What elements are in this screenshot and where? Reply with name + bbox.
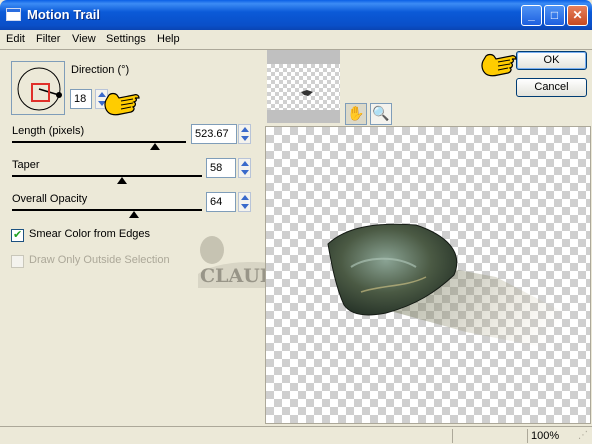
title-bar: Motion Trail _ □ ✕ xyxy=(0,0,592,30)
ok-button[interactable]: OK xyxy=(516,51,587,70)
pointing-hand-icon xyxy=(104,92,140,116)
cancel-button[interactable]: Cancel xyxy=(516,78,587,97)
zoom-level: 100% xyxy=(531,430,560,442)
taper-spinner[interactable] xyxy=(238,158,251,178)
taper-label: Taper xyxy=(12,159,40,171)
menu-bar: Edit Filter View Settings Help xyxy=(0,30,592,49)
opacity-slider-track[interactable] xyxy=(12,209,202,211)
preview-pane[interactable] xyxy=(265,126,591,424)
resize-grip[interactable]: ⋰ xyxy=(578,430,588,441)
status-divider xyxy=(452,429,453,443)
draw-only-label: Draw Only Outside Selection xyxy=(29,254,170,266)
opacity-input[interactable]: 64 xyxy=(206,192,236,212)
magnifier-icon[interactable]: 🔍 xyxy=(370,103,392,125)
draw-only-checkbox xyxy=(11,255,24,268)
close-button[interactable]: ✕ xyxy=(567,5,588,26)
smear-checkbox[interactable] xyxy=(11,228,24,242)
length-slider-track[interactable] xyxy=(12,141,186,143)
pointing-hand-icon xyxy=(481,53,517,77)
window-title: Motion Trail xyxy=(27,7,100,22)
length-spinner[interactable] xyxy=(238,124,251,144)
minimize-button[interactable]: _ xyxy=(521,5,542,26)
menu-help[interactable]: Help xyxy=(157,33,180,45)
menu-settings[interactable]: Settings xyxy=(106,33,146,45)
hand-pan-icon[interactable]: ✋ xyxy=(345,103,367,125)
taper-slider-thumb[interactable] xyxy=(117,177,128,184)
maximize-button[interactable]: □ xyxy=(544,5,565,26)
status-divider xyxy=(527,429,528,443)
preview-image xyxy=(327,223,590,357)
menu-view[interactable]: View xyxy=(72,33,96,45)
navigator-canvas xyxy=(267,64,340,110)
navigator-object xyxy=(301,90,313,96)
menu-edit[interactable]: Edit xyxy=(6,33,25,45)
taper-input[interactable]: 58 xyxy=(206,158,236,178)
navigator-thumbnail[interactable] xyxy=(267,50,340,123)
menu-filter[interactable]: Filter xyxy=(36,33,60,45)
length-input[interactable]: 523.67 xyxy=(191,124,237,144)
window-icon xyxy=(6,8,21,21)
direction-input[interactable]: 18 xyxy=(70,89,92,109)
opacity-label: Overall Opacity xyxy=(12,193,88,205)
navigator-view-rect[interactable] xyxy=(31,83,50,102)
direction-label: Direction (°) xyxy=(71,64,130,76)
length-label: Length (pixels) xyxy=(12,125,85,137)
length-slider-thumb[interactable] xyxy=(149,143,160,150)
taper-slider-track[interactable] xyxy=(12,175,202,177)
status-bar: 100% xyxy=(0,426,592,444)
opacity-spinner[interactable] xyxy=(238,192,251,212)
smear-label: Smear Color from Edges xyxy=(29,228,151,240)
opacity-slider-thumb[interactable] xyxy=(128,211,139,218)
